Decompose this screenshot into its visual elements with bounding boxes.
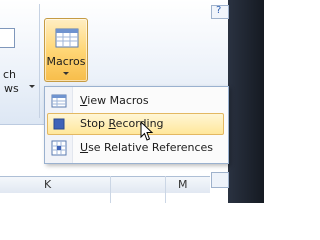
mouse-pointer-icon (140, 121, 154, 141)
window-edge (228, 0, 264, 203)
left-group-label-line2: ws (4, 82, 19, 95)
grid-line (165, 176, 166, 203)
relative-references-icon (51, 140, 67, 156)
macros-icon (55, 28, 79, 48)
menu-item-label: View Macros (80, 94, 149, 107)
menu-item-use-relative-references[interactable]: Use Relative References (47, 137, 224, 159)
macros-button[interactable]: Macros (44, 18, 88, 82)
view-group-partial[interactable]: ch ws (0, 6, 36, 96)
column-header-m[interactable]: M (178, 178, 188, 191)
menu-item-stop-recording[interactable]: Stop Recording (47, 113, 224, 135)
stop-recording-icon (53, 118, 65, 130)
access-key: U (80, 141, 89, 154)
help-icon: ? (216, 5, 222, 16)
macros-button-label: Macros (46, 55, 86, 68)
menu-item-view-macros[interactable]: View Macros (47, 90, 224, 112)
label-suffix: iew Macros (87, 94, 149, 107)
left-group-label-line1: ch (3, 68, 17, 81)
help-button[interactable]: ? (211, 5, 229, 19)
column-header-k[interactable]: K (44, 178, 51, 191)
view-macros-icon (51, 94, 67, 108)
chevron-down-icon (63, 72, 69, 75)
label-prefix: Stop (80, 117, 109, 130)
chevron-down-icon (29, 85, 35, 88)
window-icon (0, 28, 15, 48)
sheet-grid[interactable] (0, 193, 210, 203)
menu-item-label: Use Relative References (80, 141, 213, 154)
access-key: R (108, 117, 116, 130)
grid-line (110, 176, 111, 203)
split-button[interactable] (211, 172, 229, 188)
group-separator (39, 4, 40, 118)
label-suffix: se Relative References (88, 141, 214, 154)
macros-dropdown-menu: View Macros Stop Recording Use Relative … (44, 86, 229, 164)
